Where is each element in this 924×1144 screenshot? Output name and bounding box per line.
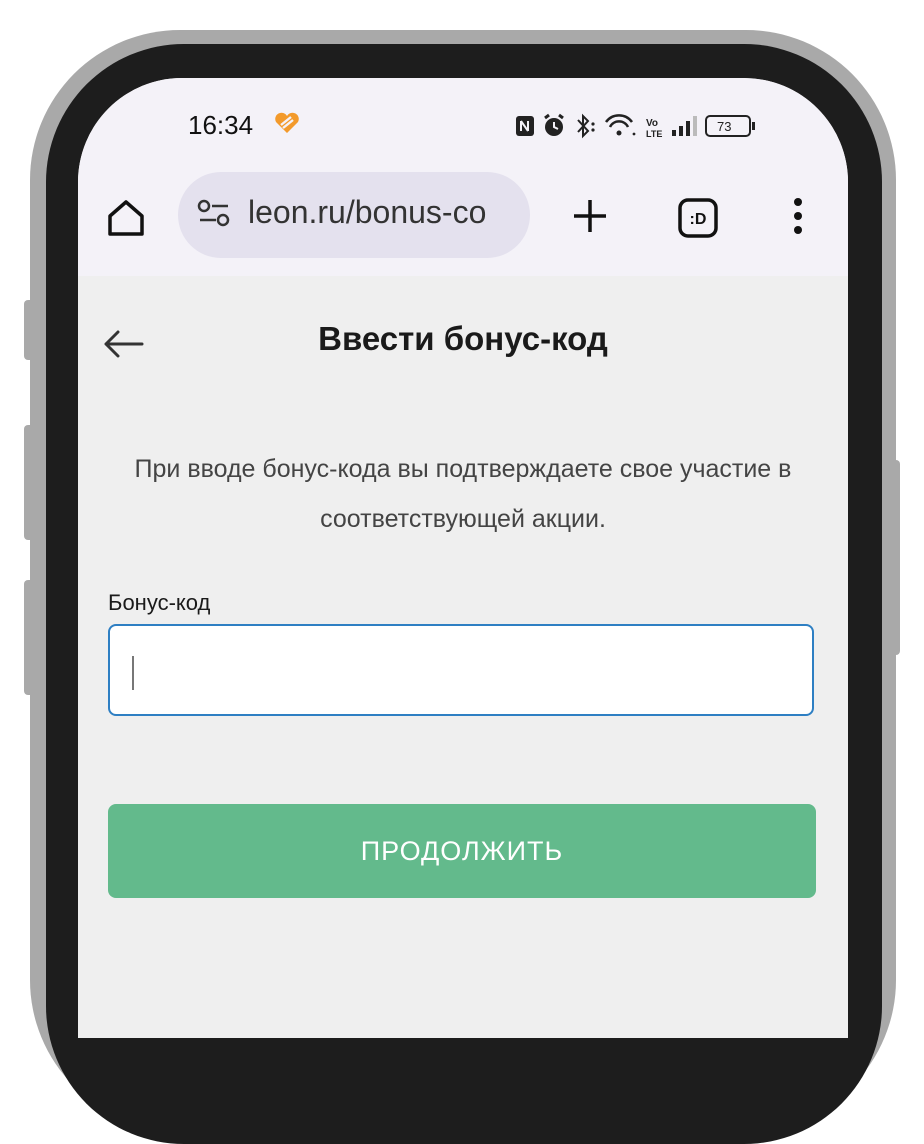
- heart-icon: [274, 112, 300, 139]
- url-text[interactable]: leon.ru/bonus-co: [248, 194, 528, 231]
- battery-level: 73: [717, 119, 731, 134]
- page-title: Ввести бонус-код: [318, 320, 608, 357]
- bonus-code-input[interactable]: [108, 624, 814, 716]
- phone-side-button: [24, 580, 34, 695]
- svg-text::D: :D: [690, 211, 707, 228]
- status-bar: 16:34 Vo LTE 73: [78, 78, 848, 178]
- home-icon[interactable]: [104, 196, 148, 245]
- bluetooth-icon: [577, 113, 595, 139]
- phone-screen: 16:34 Vo LTE 73 leon.ru/bonus-co:D Ввес…: [78, 78, 848, 1038]
- bonus-code-page: Ввести бонус-код При вводе бонус-кода вы…: [78, 276, 848, 1038]
- signal-icon: [672, 116, 697, 136]
- bonus-code-label: Бонус-код: [108, 590, 211, 615]
- wifi-icon: [604, 114, 636, 136]
- continue-button[interactable]: ПРОДОЛЖИТЬ: [108, 804, 816, 898]
- address-bar[interactable]: leon.ru/bonus-co: [178, 172, 530, 258]
- nfc-icon: [516, 116, 534, 136]
- phone-side-button: [24, 425, 34, 540]
- phone-side-button: [24, 300, 34, 360]
- overflow-menu-icon[interactable]: [786, 194, 810, 243]
- volte-icon: Vo LTE: [646, 118, 662, 139]
- new-tab-plus-icon[interactable]: [568, 194, 612, 243]
- browser-toolbar: leon.ru/bonus-co :D: [78, 172, 848, 277]
- svg-text:LTE: LTE: [646, 129, 662, 139]
- svg-text:Vo: Vo: [646, 118, 658, 129]
- text-cursor: [132, 656, 134, 690]
- alarm-icon: [544, 113, 564, 136]
- phone-side-button: [890, 460, 900, 655]
- site-settings-icon[interactable]: [196, 198, 232, 233]
- info-text: При вводе бонус-кода вы подтверждаете св…: [134, 455, 792, 533]
- battery-icon: 73: [705, 115, 755, 137]
- status-icons: Vo LTE 73: [514, 108, 814, 144]
- tab-switcher-icon[interactable]: :D: [676, 196, 720, 245]
- status-time: 16:34: [188, 110, 254, 140]
